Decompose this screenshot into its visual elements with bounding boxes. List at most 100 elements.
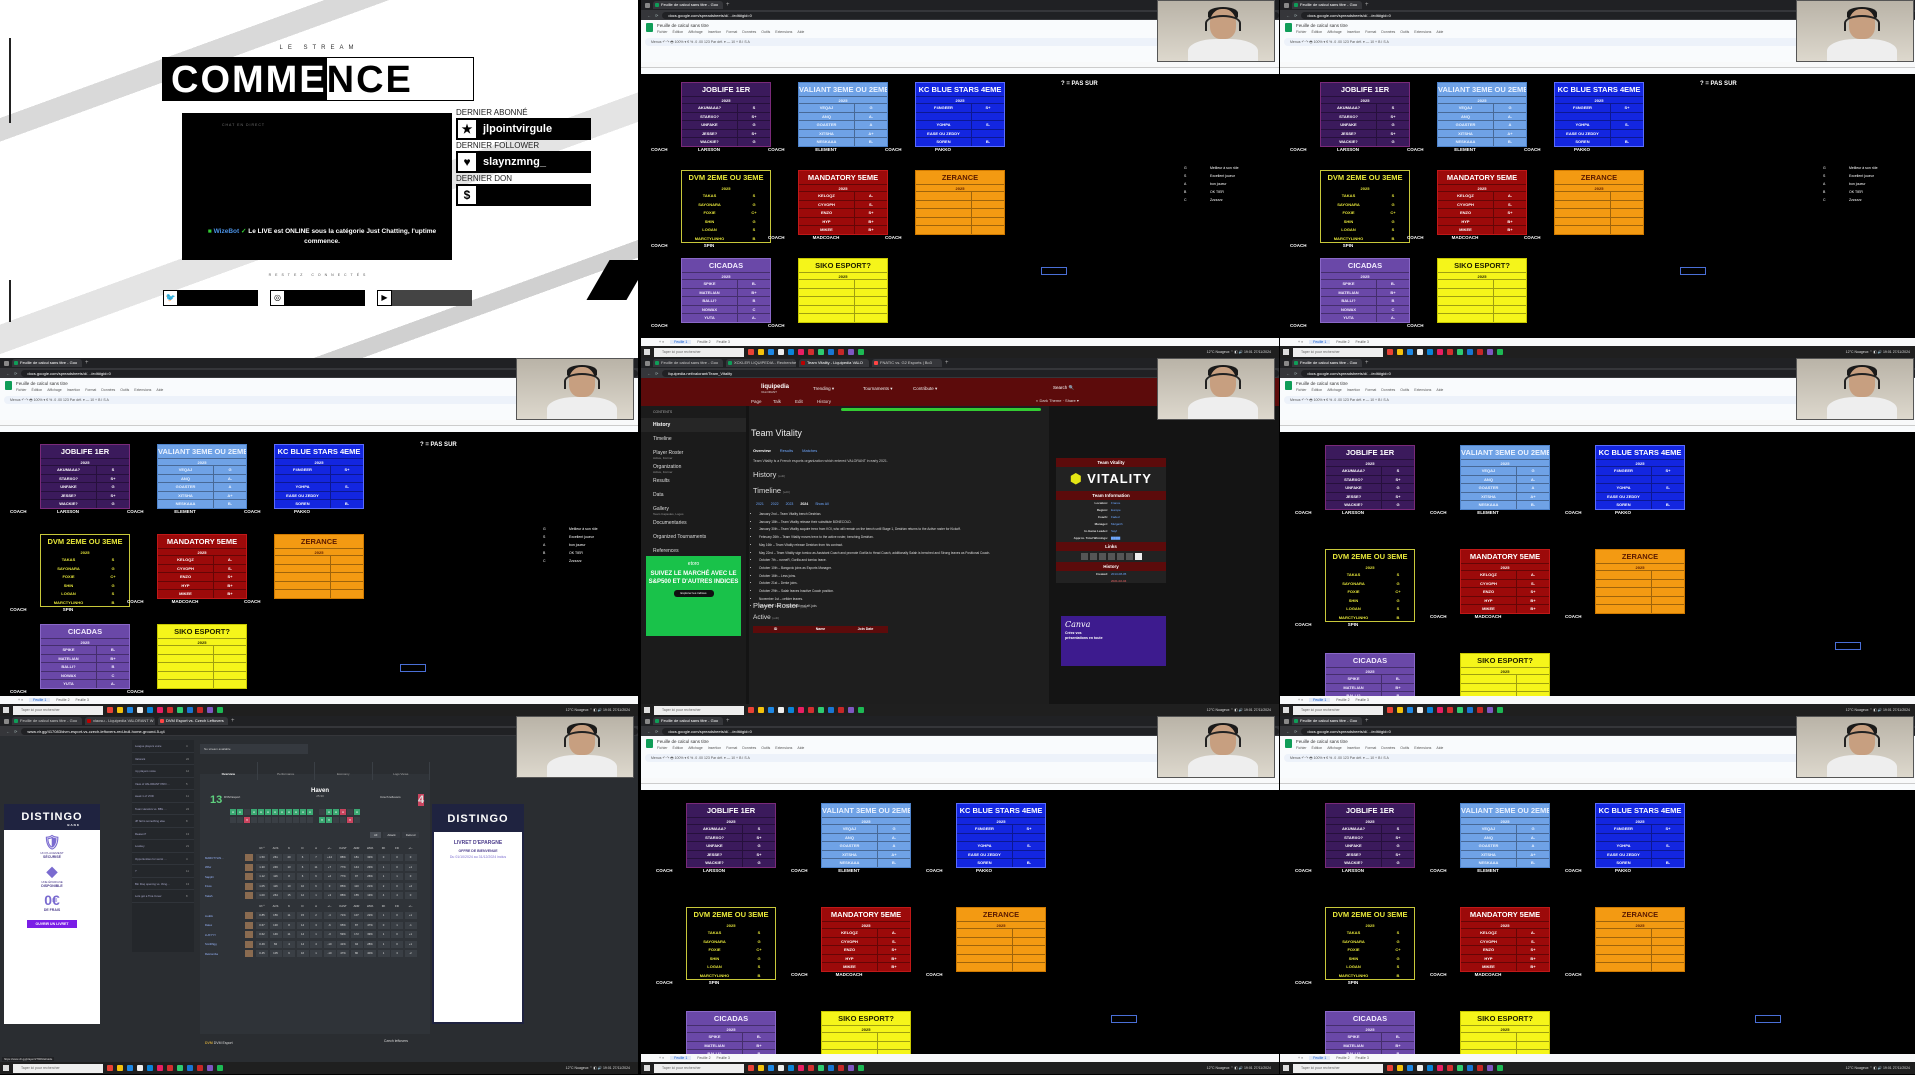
player-row[interactable]: GOASTER A: [1461, 483, 1549, 492]
reload-icon[interactable]: ⟳: [1294, 371, 1297, 376]
menu-item[interactable]: Affichage: [1327, 746, 1342, 750]
player-row[interactable]: WACKIE? G: [1326, 500, 1414, 509]
player-row[interactable]: VEQAJ G: [1461, 824, 1549, 833]
player-row[interactable]: TAKAS S: [1321, 191, 1409, 200]
add-sheet-icon[interactable]: + ≡: [1298, 340, 1303, 344]
player-row[interactable]: YOHPA S-: [275, 482, 363, 491]
tab-sheets[interactable]: Feuille de calcul sans titre - Goo: [653, 717, 723, 725]
store-icon[interactable]: [1417, 1065, 1423, 1071]
spotify-icon[interactable]: [858, 707, 864, 713]
social-link[interactable]: ▶: [377, 290, 472, 306]
stat-column[interactable]: KAST: [337, 903, 349, 910]
menu-item[interactable]: Données: [1381, 746, 1395, 750]
back-icon[interactable]: ←: [6, 371, 10, 376]
player-row[interactable]: [1461, 1032, 1549, 1041]
mail-icon[interactable]: [1407, 349, 1413, 355]
player-row[interactable]: YUTAA-: [682, 313, 770, 322]
player-row[interactable]: SOREN B-: [1596, 858, 1684, 867]
thread-item[interactable]: Bin Fisq opening vs. thing… 13: [132, 878, 194, 890]
tab-sheets[interactable]: Feuille de calcul sans titre - Goo: [1292, 717, 1362, 725]
thread-item[interactable]: League players voice 4: [132, 740, 194, 753]
player-row[interactable]: YOHPA S-: [916, 120, 1004, 129]
social-link[interactable]: ◎: [270, 290, 365, 306]
app-icon[interactable]: [1477, 707, 1483, 713]
stat-column[interactable]: KAST: [337, 845, 349, 852]
menu-item[interactable]: Édition: [1312, 746, 1323, 750]
steam-icon[interactable]: [187, 1065, 193, 1071]
file-explorer-icon[interactable]: [1397, 349, 1403, 355]
player-name[interactable]: Sapphi: [205, 875, 245, 879]
match-tab[interactable]: Logs Views: [373, 762, 430, 780]
player-row[interactable]: [822, 1040, 910, 1049]
tab-actions-icon[interactable]: [645, 2, 650, 8]
player-row[interactable]: AKUMAAA? S: [682, 103, 770, 112]
new-tab-icon[interactable]: +: [85, 360, 89, 366]
reload-icon[interactable]: ⟳: [655, 729, 658, 734]
player-row[interactable]: KELOQZ A-: [822, 928, 910, 937]
player-row[interactable]: ENZO S+: [822, 945, 910, 954]
app-icon[interactable]: [838, 1065, 844, 1071]
stat-column[interactable]: +/–: [405, 845, 417, 852]
player-row[interactable]: JESSE? S+: [1321, 128, 1409, 137]
menu-item[interactable]: Insertion: [708, 746, 721, 750]
document-title[interactable]: Feuille de calcul sans titre: [1296, 381, 1348, 386]
player-row[interactable]: KELOQZ A-: [1461, 928, 1549, 937]
player-row[interactable]: EASE OU ZEDDY: [916, 128, 1004, 137]
edge-icon[interactable]: [147, 707, 153, 713]
chrome-icon[interactable]: [107, 707, 113, 713]
player-row[interactable]: MIKEE B+: [1438, 225, 1526, 234]
player-row[interactable]: [158, 662, 246, 671]
player-row[interactable]: FOXIE C+: [1321, 208, 1409, 217]
stat-column[interactable]: K: [283, 903, 295, 910]
toc-item[interactable]: Organization Active, Former: [641, 460, 746, 474]
player-row[interactable]: HYP B+: [158, 580, 246, 589]
infobox-value[interactable]: Sayf: [1111, 528, 1117, 535]
player-row[interactable]: [957, 945, 1045, 954]
spotify-icon[interactable]: [1497, 707, 1503, 713]
tab-actions-icon[interactable]: [1284, 360, 1289, 366]
back-icon[interactable]: ←: [1286, 13, 1290, 18]
mail-icon[interactable]: [127, 1065, 133, 1071]
reload-icon[interactable]: ⟳: [655, 13, 658, 18]
player-row[interactable]: [158, 670, 246, 679]
selected-cell[interactable]: [1755, 1015, 1781, 1023]
player-row[interactable]: [158, 645, 246, 654]
player-row[interactable]: [957, 928, 1045, 937]
chrome-icon[interactable]: [1387, 349, 1393, 355]
menu-item[interactable]: Format: [1365, 30, 1376, 34]
sheet-tab[interactable]: Feuille 3: [1356, 698, 1369, 702]
menu-item[interactable]: Fichier: [657, 746, 668, 750]
file-explorer-icon[interactable]: [758, 707, 764, 713]
match-tab[interactable]: Overview: [200, 762, 258, 780]
itunes-icon[interactable]: [798, 1065, 804, 1071]
mail-icon[interactable]: [768, 1065, 774, 1071]
page-tab[interactable]: Overview: [753, 448, 771, 453]
player-row[interactable]: MIKEE B+: [822, 962, 910, 971]
player-row[interactable]: YOHPA S-: [957, 841, 1045, 850]
player-row[interactable]: XITSHA A+: [1461, 491, 1549, 500]
thread-item[interactable]: Opportunities for worst … 4: [132, 853, 194, 865]
store-icon[interactable]: [778, 1065, 784, 1071]
nav-menu[interactable]: Tournaments ▾: [863, 386, 893, 392]
selected-cell[interactable]: [1041, 267, 1067, 275]
player-row[interactable]: WACKIE? G: [41, 499, 129, 508]
browser-tab[interactable]: Team Vitality - Liquipedia VALO: [799, 359, 869, 367]
player-row[interactable]: SAYONARA G: [1326, 578, 1414, 587]
menu-item[interactable]: Outils: [1400, 746, 1409, 750]
player-row[interactable]: SOREN B-: [957, 858, 1045, 867]
menu-item[interactable]: Données: [742, 746, 756, 750]
player-name[interactable]: LUKYYY: [205, 933, 245, 937]
app-icon[interactable]: [167, 707, 173, 713]
player-row[interactable]: [957, 953, 1045, 962]
sheet-grid[interactable]: JOBLIFE 1ER 2025 AKUMAAA? S STARXO? S+ UNFAKE G…: [1280, 800, 1915, 1074]
player-row[interactable]: FOXIE C+: [687, 945, 775, 954]
document-title[interactable]: Feuille de calcul sans titre: [16, 381, 68, 386]
etoro-ad[interactable]: etoro SUIVEZ LE MARCHÉ AVEC LE S&P500 ET…: [646, 556, 741, 636]
player-row[interactable]: CYVOPH S-: [1461, 578, 1549, 587]
player-row[interactable]: [1555, 111, 1643, 120]
toc-item[interactable]: Gallery Team Capsules, Logos: [641, 502, 746, 516]
player-row[interactable]: NESKAAA B-: [822, 858, 910, 867]
player-row[interactable]: MIKEE B+: [158, 589, 246, 598]
thread-item[interactable]: ? 11: [132, 865, 194, 878]
tab-actions-icon[interactable]: [645, 360, 650, 366]
